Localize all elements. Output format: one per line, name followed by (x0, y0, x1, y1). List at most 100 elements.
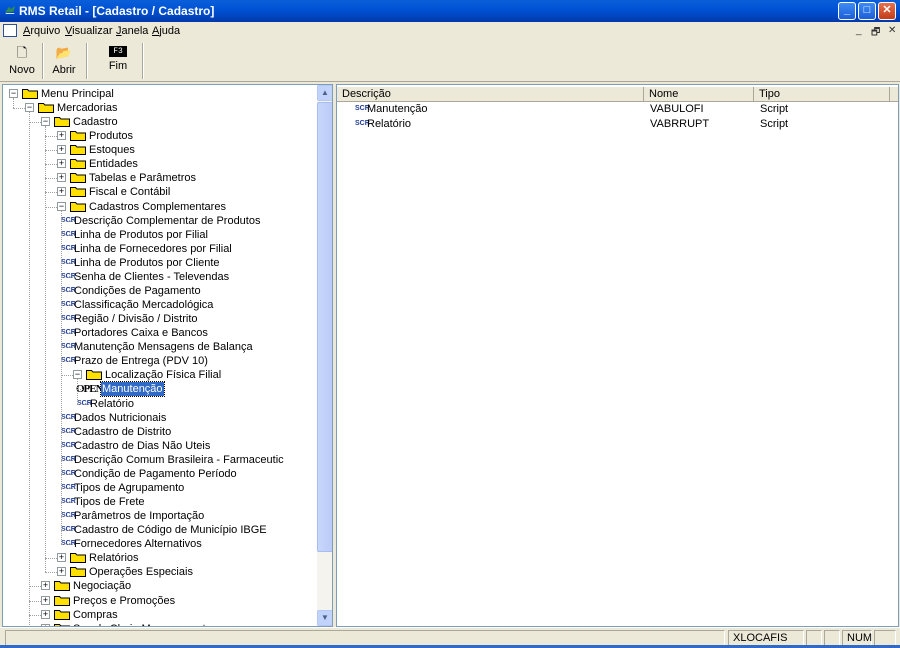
tree-item-label: Fornecedores Alternativos (74, 538, 202, 551)
expand-icon[interactable]: + (57, 145, 66, 155)
tree-item[interactable]: + Preços e Promoções (3, 594, 315, 608)
tree-item-label: Entidades (89, 158, 138, 171)
menu-ajuda[interactable]: Ajuda (152, 25, 180, 37)
tree-item-label: Manutenção Mensagens de Balança (74, 341, 253, 354)
tree-item[interactable]: SCR Linha de Fornecedores por Filial (3, 242, 315, 256)
collapse-icon[interactable]: − (9, 89, 18, 98)
tree-item[interactable]: − Localização Física Filial (3, 368, 315, 382)
expand-icon[interactable]: + (57, 187, 66, 197)
tree-item[interactable]: − Mercadorias (3, 101, 315, 115)
collapse-icon[interactable]: − (25, 103, 34, 113)
tree-item[interactable]: SCR Tipos de Agrupamento (3, 481, 315, 495)
tree-connector (61, 290, 73, 292)
scroll-thumb[interactable] (317, 102, 332, 552)
tree-item-label: Cadastro de Código de Município IBGE (74, 524, 267, 537)
tree-item[interactable]: SCR Classificação Mercadológica (3, 298, 315, 312)
tree-connector (77, 379, 78, 404)
list-row[interactable]: SCR Manutenção VABULOFI Script (337, 102, 897, 117)
collapse-icon[interactable]: − (57, 201, 66, 211)
tree-item[interactable]: SCR Fornecedores Alternativos (3, 537, 315, 551)
tree-connector (29, 614, 41, 616)
column-header-descricao[interactable]: Descrição (337, 87, 644, 102)
tree-item[interactable]: SCR Descrição Complementar de Produtos (3, 214, 315, 228)
scroll-down-button[interactable]: ▼ (317, 610, 332, 626)
minimize-button[interactable]: _ (838, 2, 856, 20)
tree-item[interactable]: SCR Condição de Pagamento Período (3, 467, 315, 481)
tree-item[interactable]: + Compras (3, 608, 315, 622)
tree-connector (61, 262, 73, 264)
tree-item[interactable]: SCR Tipos de Frete (3, 495, 315, 509)
tree-item-label: Portadores Caixa e Bancos (74, 327, 208, 340)
tree-connector (45, 164, 57, 166)
tree-item[interactable]: SCR Dados Nutricionais (3, 411, 315, 425)
tree-item-label: Dados Nutricionais (74, 411, 167, 424)
tree-item-label: Menu Principal (41, 88, 114, 100)
tree-item[interactable]: SCR Senha de Clientes - Televendas (3, 270, 315, 284)
expand-icon[interactable]: + (57, 567, 66, 577)
tree-item[interactable]: + Negociação (3, 579, 315, 593)
column-header-tipo[interactable]: Tipo (754, 87, 890, 102)
menu-janela[interactable]: Janela (116, 25, 148, 37)
maximize-button[interactable]: □ (858, 2, 876, 20)
tree-item[interactable]: SCR Linha de Produtos por Cliente (3, 256, 315, 270)
tree-item[interactable]: SCR Manutenção Mensagens de Balança (3, 340, 315, 354)
list-row[interactable]: SCR Relatório VABRRUPT Script (337, 117, 897, 132)
tree-item[interactable]: SCR Parâmetros de Importação (3, 509, 315, 523)
expand-icon[interactable]: + (57, 553, 66, 563)
collapse-icon[interactable]: − (41, 117, 50, 127)
abrir-label: Abrir (52, 64, 76, 76)
tree-item-label: Produtos (89, 130, 134, 143)
tree-connector (61, 530, 73, 532)
menu-bar: Arquivo Visualizar Janela Ajuda _ 🗗 ✕ (0, 22, 900, 40)
tree-item-label: Compras (73, 608, 118, 621)
tree-item[interactable]: SCR Cadastro de Dias Não Uteis (3, 439, 315, 453)
tree-item[interactable]: SCR Cadastro de Distrito (3, 425, 315, 439)
tree-item[interactable]: OPEN Manutenção (3, 381, 315, 398)
scroll-up-button[interactable]: ▲ (317, 85, 332, 101)
tree-item[interactable]: SCR Prazo de Entrega (PDV 10) (3, 354, 315, 368)
expand-icon[interactable]: + (41, 609, 50, 619)
mdi-close-button[interactable]: ✕ (888, 25, 896, 36)
tree-connector (61, 375, 73, 377)
toolbar: 🗋 Novo 📂 Abrir F3 Fim (0, 40, 900, 82)
tree-connector (61, 544, 73, 546)
folder-icon (38, 102, 54, 114)
tree-item[interactable]: SCR Linha de Produtos por Filial (3, 228, 315, 242)
expand-icon[interactable]: + (57, 173, 66, 183)
tree-item-label: Preços e Promoções (73, 594, 176, 607)
tree-vertical-scrollbar[interactable]: ▲ ▼ (317, 85, 332, 626)
tree-item-label: Descrição Comum Brasileira - Farmaceutic (74, 453, 284, 466)
menu-arquivo[interactable]: Arquivo (23, 25, 60, 37)
tree-connector (77, 403, 89, 405)
tree-item[interactable]: SCR Região / Divisão / Distrito (3, 312, 315, 326)
tree-connector (61, 347, 73, 349)
rms-app-icon[interactable] (4, 4, 16, 16)
tree-item[interactable]: SCR Descrição Comum Brasileira - Farmaceu… (3, 453, 315, 467)
tree-item-label: Condição de Pagamento Período (74, 467, 237, 480)
menu-visualizar[interactable]: Visualizar (65, 25, 113, 37)
expand-icon[interactable]: + (57, 159, 66, 169)
tree-item[interactable]: SCR Portadores Caixa e Bancos (3, 326, 315, 340)
tree-item[interactable]: SCR Cadastro de Código de Município IBGE (3, 523, 315, 537)
document-icon[interactable] (3, 24, 17, 37)
fim-button[interactable]: F3 Fim (100, 43, 136, 79)
tree-item[interactable]: − Cadastro (3, 115, 315, 129)
novo-label: Novo (9, 64, 35, 76)
novo-button[interactable]: 🗋 Novo (6, 43, 38, 79)
abrir-button[interactable]: 📂 Abrir (48, 43, 80, 79)
tree-item-label: Tipos de Frete (74, 496, 145, 509)
tree-item[interactable]: SCR Relatório (3, 397, 315, 411)
tree-item[interactable]: − Menu Principal (3, 87, 315, 101)
expand-icon[interactable]: + (57, 131, 66, 141)
navigation-tree[interactable]: − Menu Principal − Mercadorias − Cadastro + Pro… (2, 84, 333, 627)
close-button[interactable]: ✕ (878, 2, 896, 20)
collapse-icon[interactable]: − (73, 370, 82, 380)
status-extra (874, 630, 896, 646)
expand-icon[interactable]: + (41, 581, 50, 591)
folder-icon (70, 144, 86, 156)
content-list[interactable]: Descrição Nome Tipo SCR Manutenção VABUL… (336, 84, 899, 627)
tree-item[interactable]: SCR Condições de Pagamento (3, 284, 315, 298)
mdi-minimize-button[interactable]: _ (856, 25, 862, 36)
column-header-nome[interactable]: Nome (644, 87, 754, 102)
expand-icon[interactable]: + (41, 595, 50, 605)
